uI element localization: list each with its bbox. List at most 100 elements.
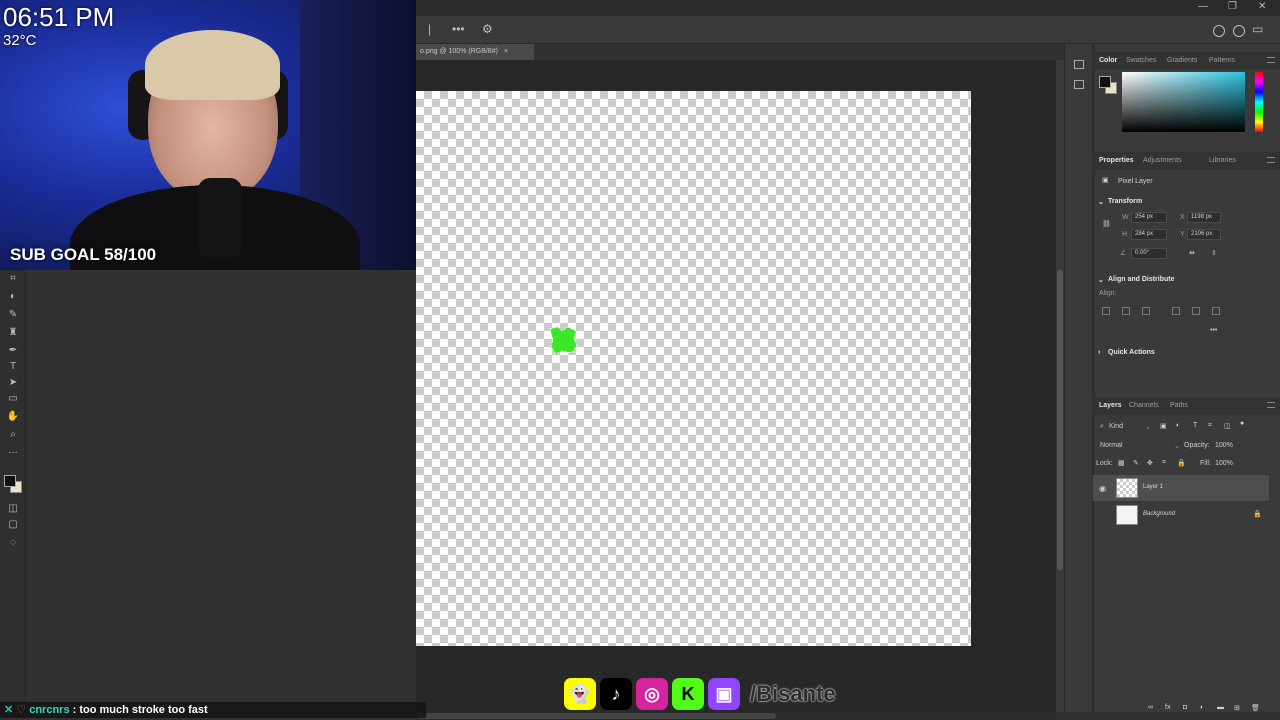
lock-artboard-icon[interactable]: ⌗: [1162, 459, 1166, 467]
scroll-thumb[interactable]: [416, 713, 776, 719]
tab-libraries[interactable]: Libraries: [1209, 157, 1236, 164]
help-icon[interactable]: [1233, 25, 1245, 37]
width-field[interactable]: 254 px: [1131, 212, 1167, 223]
chevron-right-icon[interactable]: ›: [1098, 349, 1100, 356]
align-center-icon[interactable]: [1122, 307, 1130, 315]
comments-icon[interactable]: [1074, 80, 1084, 89]
lock-position-icon[interactable]: ✥: [1147, 459, 1153, 467]
eye-icon[interactable]: ◉: [1099, 484, 1106, 493]
blend-mode-select[interactable]: Normal: [1100, 442, 1123, 449]
close-tab-icon[interactable]: ×: [504, 48, 508, 55]
height-field[interactable]: 284 px: [1131, 229, 1167, 240]
eyedropper-icon[interactable]: ◐: [6, 290, 20, 304]
tab-patterns[interactable]: Patterns: [1209, 57, 1235, 64]
chevron-down-icon[interactable]: ⌄: [1098, 198, 1104, 206]
hue-slider[interactable]: [1255, 72, 1263, 132]
panel-menu-icon[interactable]: [1267, 402, 1275, 408]
y-field[interactable]: 2106 px: [1187, 229, 1221, 240]
chevron-down-icon[interactable]: ⌄: [1145, 423, 1151, 431]
group-icon[interactable]: ▬: [1217, 704, 1224, 711]
minimize-icon[interactable]: —: [1198, 1, 1208, 12]
tab-adjustments[interactable]: Adjustments: [1143, 157, 1182, 164]
workspace-icon[interactable]: ▭: [1252, 22, 1263, 36]
color-fg-swatch[interactable]: [1099, 76, 1111, 88]
horizontal-scrollbar[interactable]: [416, 712, 1056, 720]
layer-row-layer-1[interactable]: ◉ Layer 1: [1093, 475, 1269, 501]
more-options-icon[interactable]: •••: [1210, 327, 1217, 334]
layer-row-background[interactable]: Background 🔒: [1093, 502, 1269, 528]
vertical-scrollbar[interactable]: [1056, 60, 1064, 712]
align-title[interactable]: Align and Distribute: [1108, 276, 1175, 283]
green-shape[interactable]: [548, 325, 578, 355]
close-icon[interactable]: ✕: [1258, 1, 1266, 12]
sword-badge-icon: ✕: [4, 704, 14, 716]
quick-actions-title[interactable]: Quick Actions: [1108, 349, 1155, 356]
kind-filter[interactable]: Kind: [1109, 423, 1123, 430]
filter-smart-icon[interactable]: ◫: [1224, 422, 1231, 430]
maximize-icon[interactable]: ❐: [1228, 1, 1237, 12]
path-select-icon[interactable]: ➤: [6, 376, 20, 390]
flip-vertical-icon[interactable]: ⇳: [1211, 249, 1217, 257]
opacity-value[interactable]: 100%: [1215, 442, 1233, 449]
align-top-icon[interactable]: [1172, 307, 1180, 315]
panel-menu-icon[interactable]: [1267, 57, 1275, 63]
gear-icon[interactable]: ⚙: [482, 22, 493, 36]
history-icon[interactable]: [1074, 60, 1084, 69]
link-layers-icon[interactable]: ∞: [1148, 704, 1153, 711]
panel-menu-icon[interactable]: [1267, 157, 1275, 163]
align-bottom-icon[interactable]: [1212, 307, 1220, 315]
chevron-down-icon[interactable]: ⌄: [1174, 442, 1180, 450]
angle-field[interactable]: 0.00°: [1131, 248, 1167, 259]
tab-channels[interactable]: Channels: [1129, 402, 1159, 409]
fx-icon[interactable]: fx: [1165, 704, 1170, 711]
document-canvas[interactable]: [416, 91, 971, 646]
quick-mask-icon[interactable]: ◫: [6, 502, 20, 516]
color-picker-field[interactable]: [1122, 72, 1245, 132]
lock-pixels-icon[interactable]: ✎: [1133, 459, 1139, 467]
rectangle-tool-icon[interactable]: ▭: [6, 392, 20, 406]
transform-title[interactable]: Transform: [1108, 198, 1142, 205]
filter-pixel-icon[interactable]: ▣: [1160, 422, 1167, 430]
pen-tool-icon[interactable]: ✒: [6, 344, 20, 358]
scroll-thumb[interactable]: [1057, 270, 1063, 570]
filter-toggle-icon[interactable]: ●: [1240, 420, 1244, 427]
layer-name[interactable]: Layer 1: [1143, 484, 1163, 490]
tab-properties[interactable]: Properties: [1099, 157, 1134, 164]
tab-paths[interactable]: Paths: [1170, 402, 1188, 409]
trash-icon[interactable]: 🗑: [1251, 704, 1260, 712]
brush-icon[interactable]: ✎: [6, 308, 20, 322]
lock-transparent-icon[interactable]: ▦: [1118, 459, 1125, 467]
clone-stamp-icon[interactable]: ♜: [6, 326, 20, 340]
search-icon[interactable]: [1213, 25, 1225, 37]
screen-mode-icon[interactable]: ▢: [6, 518, 20, 532]
fill-value[interactable]: 100%: [1215, 460, 1233, 467]
mask-icon[interactable]: ◘: [1183, 704, 1187, 711]
layer-name[interactable]: Background: [1143, 511, 1175, 517]
more-tools-icon[interactable]: …: [6, 444, 20, 458]
foreground-color-swatch[interactable]: [4, 475, 16, 487]
filter-adjustment-icon[interactable]: ◐: [1176, 422, 1180, 429]
lock-all-icon[interactable]: 🔒: [1177, 459, 1186, 467]
filter-shape-icon[interactable]: ⌗: [1208, 422, 1212, 430]
zoom-tool-icon[interactable]: ⌕: [6, 428, 20, 442]
align-left-icon[interactable]: [1102, 307, 1110, 315]
x-field[interactable]: 1198 px: [1187, 212, 1221, 223]
adjustment-icon[interactable]: ◐: [1200, 704, 1204, 711]
type-tool-icon[interactable]: T: [6, 360, 20, 374]
extras-icon[interactable]: ◌: [6, 536, 20, 550]
tab-layers[interactable]: Layers: [1099, 402, 1122, 409]
filter-type-icon[interactable]: T: [1193, 422, 1197, 429]
align-middle-icon[interactable]: [1192, 307, 1200, 315]
hand-tool-icon[interactable]: ✋: [6, 410, 20, 424]
tab-gradients[interactable]: Gradients: [1167, 57, 1197, 64]
align-right-icon[interactable]: [1142, 307, 1150, 315]
more-options-icon[interactable]: •••: [452, 22, 465, 36]
link-icon[interactable]: ⛓: [1102, 220, 1111, 228]
tab-swatches[interactable]: Swatches: [1126, 57, 1156, 64]
flip-horizontal-icon[interactable]: ⇹: [1189, 249, 1195, 257]
crop-tool-icon[interactable]: ⌗: [6, 272, 20, 286]
document-tab[interactable]: o.png @ 100% (RGB/8#) ×: [416, 44, 534, 60]
tab-color[interactable]: Color: [1099, 57, 1117, 64]
new-layer-icon[interactable]: ⊞: [1234, 704, 1240, 712]
chevron-down-icon[interactable]: ⌄: [1098, 276, 1104, 284]
